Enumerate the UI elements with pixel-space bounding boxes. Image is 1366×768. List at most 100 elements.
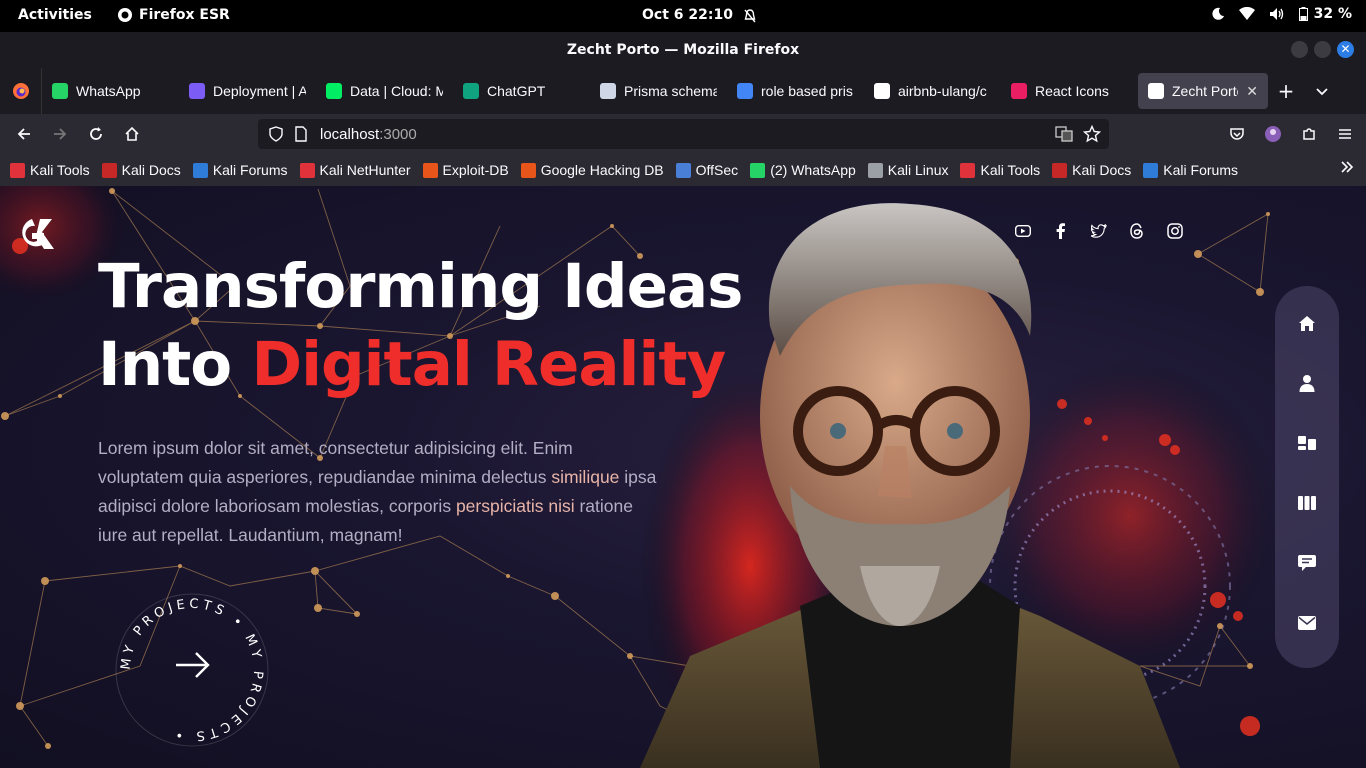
prisma-icon bbox=[600, 83, 616, 99]
bookmark-item[interactable]: Exploit-DB bbox=[422, 162, 509, 178]
back-button[interactable] bbox=[6, 118, 42, 150]
app-name: Firefox ESR bbox=[139, 7, 230, 23]
firefox-view-button[interactable] bbox=[0, 68, 42, 114]
tab-label: Data | Cloud: M bbox=[350, 83, 443, 99]
address-bar[interactable]: localhost:3000 bbox=[258, 119, 1109, 149]
app-menu[interactable]: Firefox ESR bbox=[117, 7, 230, 23]
bookmark-label: Kali Forums bbox=[1163, 162, 1238, 178]
bookmark-item[interactable]: Google Hacking DB bbox=[520, 162, 664, 178]
wifi-icon bbox=[1238, 7, 1255, 20]
bookmark-label: Kali Forums bbox=[212, 162, 288, 178]
home-icon[interactable] bbox=[1297, 313, 1317, 333]
bookmark-label: Kali NetHunter bbox=[319, 162, 411, 178]
url-text[interactable]: localhost:3000 bbox=[320, 126, 417, 143]
bookmark-item[interactable]: Kali Forums bbox=[1143, 162, 1238, 178]
account-button[interactable] bbox=[1258, 118, 1288, 150]
tab-5[interactable]: role based pris bbox=[727, 73, 864, 109]
bookmark-item[interactable]: (2) WhatsApp bbox=[750, 162, 856, 178]
tab-1[interactable]: Deployment | A bbox=[179, 73, 316, 109]
react-icon bbox=[1011, 83, 1027, 99]
hamburger-menu-icon bbox=[1339, 129, 1351, 139]
bookmark-star-icon[interactable] bbox=[1083, 125, 1101, 143]
bookmark-item[interactable]: Kali Forums bbox=[192, 162, 288, 178]
twitter-icon[interactable] bbox=[1088, 220, 1110, 242]
bookmark-item[interactable]: OffSec bbox=[675, 162, 738, 178]
youtube-icon[interactable] bbox=[1012, 220, 1034, 242]
extensions-button[interactable] bbox=[1294, 118, 1324, 150]
side-navigation bbox=[1275, 286, 1339, 668]
translate-icon[interactable] bbox=[1055, 126, 1073, 142]
bookmark-item[interactable]: Kali Docs bbox=[1052, 162, 1131, 178]
home-button[interactable] bbox=[114, 118, 150, 150]
testimonials-icon[interactable] bbox=[1297, 553, 1317, 573]
bookmark-label: Kali Docs bbox=[1072, 162, 1132, 178]
tab-7[interactable]: React Icons bbox=[1001, 73, 1138, 109]
home-icon bbox=[125, 126, 139, 141]
volume-icon bbox=[1269, 8, 1283, 20]
web-page: Transforming Ideas Into Digital Reality … bbox=[0, 186, 1366, 768]
navigation-toolbar: localhost:3000 bbox=[0, 114, 1366, 154]
tab-6[interactable]: airbnb-ulang/c bbox=[864, 73, 1001, 109]
portfolio-icon[interactable] bbox=[1297, 493, 1317, 513]
pocket-button[interactable] bbox=[1222, 118, 1252, 150]
tracking-protection-shield-icon[interactable] bbox=[268, 126, 284, 142]
close-tab-icon[interactable]: ✕ bbox=[1246, 83, 1258, 100]
google-icon bbox=[737, 83, 753, 99]
bookmark-label: Kali Tools bbox=[980, 162, 1041, 178]
tab-3[interactable]: ChatGPT bbox=[453, 73, 590, 109]
threads-icon[interactable] bbox=[1126, 220, 1148, 242]
tab-0[interactable]: WhatsApp bbox=[42, 73, 179, 109]
bookmark-item[interactable]: Kali Tools bbox=[10, 162, 90, 178]
bookmark-label: (2) WhatsApp bbox=[770, 162, 856, 178]
hero-heading: Transforming Ideas Into Digital Reality bbox=[98, 248, 743, 404]
night-light-icon bbox=[1212, 7, 1224, 20]
brand-logo[interactable] bbox=[14, 216, 56, 252]
tab-4[interactable]: Prisma schema bbox=[590, 73, 727, 109]
hero-description: Lorem ipsum dolor sit amet, consectetur … bbox=[98, 434, 658, 550]
page-info-icon[interactable] bbox=[294, 126, 308, 142]
tab-strip: WhatsApp Deployment | A Data | Cloud: M Cha… bbox=[0, 68, 1366, 114]
window-titlebar[interactable]: Zecht Porto — Mozilla Firefox ✕ bbox=[0, 32, 1366, 68]
tab-label: Deployment | A bbox=[213, 83, 306, 99]
bookmark-item[interactable]: Kali Linux bbox=[867, 162, 948, 178]
hero-body-highlight1: similique bbox=[551, 467, 620, 487]
clock[interactable]: Oct 6 22:10 bbox=[642, 7, 733, 23]
battery-indicator: 32 % bbox=[1298, 6, 1352, 22]
reload-button[interactable] bbox=[78, 118, 114, 150]
forward-button[interactable] bbox=[42, 118, 78, 150]
activities-button[interactable]: Activities bbox=[18, 7, 92, 23]
chevron-down-icon bbox=[1316, 88, 1328, 96]
instagram-icon[interactable] bbox=[1164, 220, 1186, 242]
firefox-icon bbox=[118, 8, 132, 22]
bookmark-favicon-icon bbox=[192, 162, 208, 178]
bookmark-favicon-icon bbox=[1143, 162, 1159, 178]
my-projects-circular-text: MY PROJECTS • MY PROJECTS • bbox=[119, 597, 266, 744]
list-all-tabs-button[interactable] bbox=[1304, 79, 1340, 103]
bookmark-item[interactable]: Kali Tools bbox=[960, 162, 1040, 178]
tab-2[interactable]: Data | Cloud: M bbox=[316, 73, 453, 109]
tab-8[interactable]: Zecht Porto ✕ bbox=[1138, 73, 1268, 109]
bookmark-item[interactable]: Kali NetHunter bbox=[299, 162, 411, 178]
bookmark-favicon-icon bbox=[422, 162, 438, 178]
minimize-button[interactable] bbox=[1291, 41, 1308, 58]
maximize-button[interactable] bbox=[1314, 41, 1331, 58]
chevron-double-right-icon bbox=[1341, 161, 1354, 173]
bookmark-item[interactable]: Kali Docs bbox=[101, 162, 181, 178]
my-projects-button[interactable]: MY PROJECTS • MY PROJECTS • bbox=[108, 586, 276, 754]
url-port: :3000 bbox=[379, 125, 417, 143]
more-bookmarks-button[interactable] bbox=[1340, 160, 1354, 179]
system-tray[interactable]: 32 % bbox=[1211, 6, 1352, 22]
g-logo-icon bbox=[1148, 83, 1164, 99]
tab-label: airbnb-ulang/c bbox=[898, 83, 987, 99]
facebook-icon[interactable] bbox=[1050, 220, 1072, 242]
new-tab-button[interactable]: + bbox=[1268, 79, 1304, 103]
arrow-right-icon bbox=[54, 128, 67, 140]
user-icon[interactable] bbox=[1297, 373, 1317, 393]
tab-label: Zecht Porto bbox=[1172, 83, 1239, 99]
services-icon[interactable] bbox=[1297, 433, 1317, 453]
mail-icon[interactable] bbox=[1297, 613, 1317, 633]
arrow-left-icon bbox=[17, 128, 30, 140]
app-menu-button[interactable] bbox=[1330, 118, 1360, 150]
battery-percent: 32 % bbox=[1313, 6, 1352, 22]
close-window-button[interactable]: ✕ bbox=[1337, 41, 1354, 58]
